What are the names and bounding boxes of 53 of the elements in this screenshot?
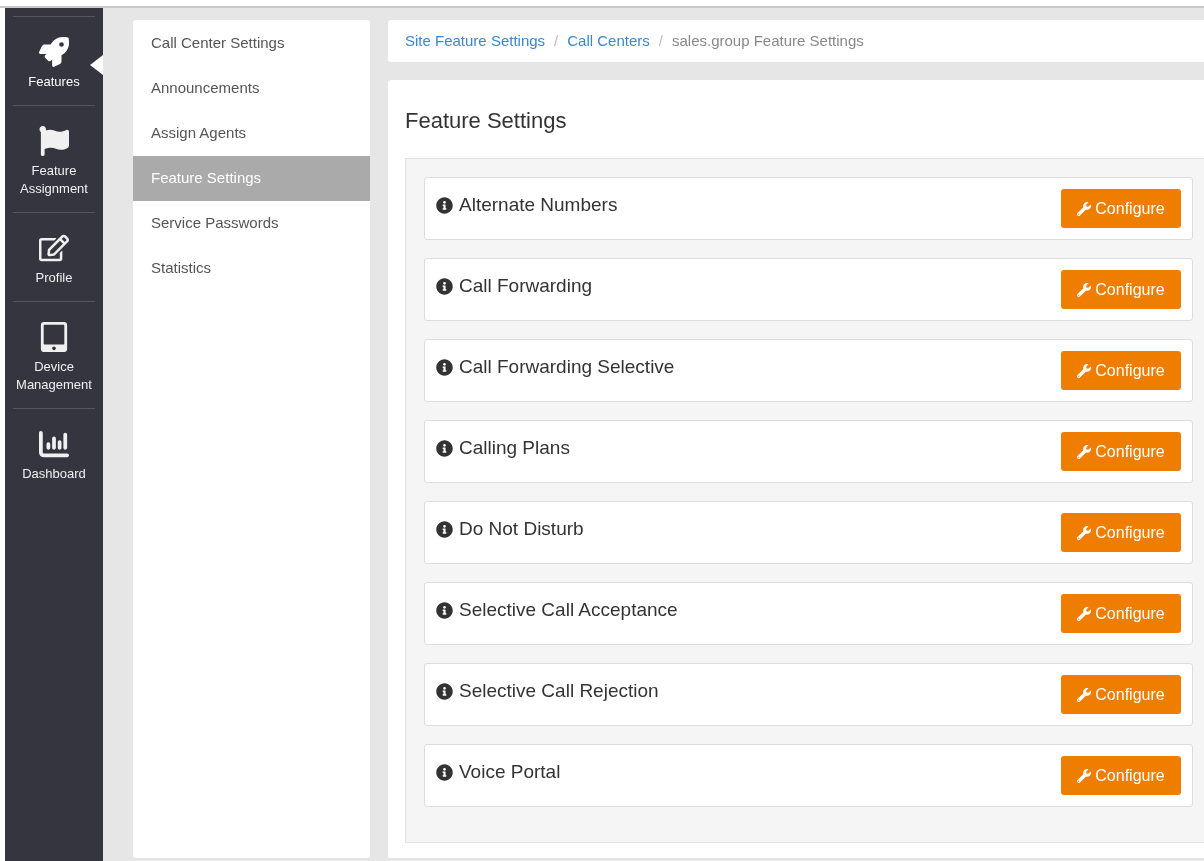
configure-button[interactable]: Configure xyxy=(1061,756,1181,795)
feature-name: Call Forwarding xyxy=(459,274,593,299)
feature-name: Calling Plans xyxy=(459,436,570,461)
subnav-item[interactable]: Call Center Settings xyxy=(133,21,370,66)
info-icon xyxy=(436,683,453,700)
feature-name: Selective Call Acceptance xyxy=(459,598,678,623)
configure-button[interactable]: Configure xyxy=(1061,594,1181,633)
breadcrumb-separator: / xyxy=(658,30,663,51)
info-icon xyxy=(436,197,453,214)
edit-icon xyxy=(39,233,69,263)
page-heading: Feature Settings xyxy=(405,107,568,135)
feature-name: Voice Portal xyxy=(459,760,561,785)
wrench-icon xyxy=(1077,201,1092,216)
bar-chart-icon xyxy=(39,429,69,459)
feature-name: Selective Call Rejection xyxy=(459,679,659,704)
info-icon xyxy=(436,764,453,781)
info-icon xyxy=(436,359,453,376)
feature-name: Alternate Numbers xyxy=(459,193,618,218)
info-icon xyxy=(436,278,453,295)
subnav-item[interactable]: Assign Agents xyxy=(133,111,370,156)
breadcrumb-current: sales.group Feature Settings xyxy=(671,30,864,51)
rocket-icon xyxy=(39,37,69,67)
configure-button[interactable]: Configure xyxy=(1061,432,1181,471)
subnav-item[interactable]: Feature Settings xyxy=(133,156,370,201)
wrench-icon xyxy=(1077,606,1092,621)
nav-item[interactable]: Feature Assignment xyxy=(13,105,95,212)
wrench-icon xyxy=(1077,768,1092,783)
configure-button[interactable]: Configure xyxy=(1061,270,1181,309)
wrench-icon xyxy=(1077,444,1092,459)
wrench-icon xyxy=(1077,687,1092,702)
subnav-item[interactable]: Announcements xyxy=(133,66,370,111)
nav-item[interactable]: Device Management xyxy=(13,301,95,408)
info-icon xyxy=(436,440,453,457)
nav-item[interactable]: Dashboard xyxy=(13,408,95,497)
subnav-item[interactable]: Service Passwords xyxy=(133,201,370,246)
feature-name: Call Forwarding Selective xyxy=(459,355,675,380)
configure-button[interactable]: Configure xyxy=(1061,675,1181,714)
feature-name: Do Not Disturb xyxy=(459,517,584,542)
wrench-icon xyxy=(1077,363,1092,378)
nav-item[interactable]: Profile xyxy=(13,212,95,301)
flag-icon xyxy=(39,126,69,156)
wrench-icon xyxy=(1077,282,1092,297)
configure-button[interactable]: Configure xyxy=(1061,351,1181,390)
configure-button[interactable]: Configure xyxy=(1061,189,1181,228)
configure-button[interactable]: Configure xyxy=(1061,513,1181,552)
info-icon xyxy=(436,521,453,538)
tablet-icon xyxy=(39,322,69,352)
breadcrumb-separator: / xyxy=(554,30,559,51)
info-icon xyxy=(436,602,453,619)
breadcrumb-link[interactable]: Call Centers xyxy=(567,29,650,53)
subnav-item[interactable]: Statistics xyxy=(133,246,370,291)
breadcrumb-link[interactable]: Site Feature Settings xyxy=(405,29,546,53)
wrench-icon xyxy=(1077,525,1092,540)
